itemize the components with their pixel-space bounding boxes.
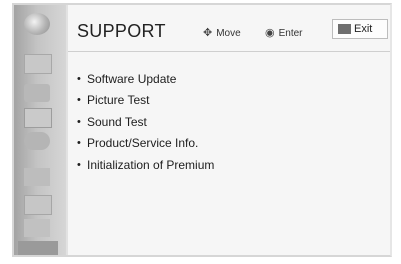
support-menu-panel: SUPPORT ✥ Move ◉ Enter Exit • Software Upd…: [12, 3, 392, 257]
support-menu-list: • Software Update • Picture Test • Sound…: [77, 68, 214, 176]
menu-header: SUPPORT ✥ Move ◉ Enter Exit: [68, 5, 390, 52]
sidebar: [14, 5, 66, 255]
menu-item-software-update[interactable]: • Software Update: [77, 68, 214, 90]
menu-item-picture-test[interactable]: • Picture Test: [77, 90, 214, 112]
four-way-arrow-icon: ✥: [203, 27, 213, 39]
menu-item-label: Product/Service Info.: [87, 136, 199, 151]
bullet-icon: •: [77, 94, 81, 107]
bullet-icon: •: [77, 137, 81, 150]
support-icon[interactable]: [18, 241, 58, 255]
option-icon[interactable]: [24, 195, 52, 215]
time-icon[interactable]: [24, 132, 50, 150]
exit-button[interactable]: Exit: [332, 19, 388, 39]
page-title: SUPPORT: [77, 21, 166, 41]
exit-key-icon: [338, 24, 351, 34]
menu-item-label: Software Update: [87, 71, 177, 86]
menu-item-initialization-of-premium[interactable]: • Initialization of Premium: [77, 154, 214, 176]
menu-item-label: Initialization of Premium: [87, 157, 215, 172]
audio-icon[interactable]: [24, 84, 50, 102]
bullet-icon: •: [77, 115, 81, 128]
move-hint: ✥ Move: [203, 26, 241, 39]
lock-icon[interactable]: [24, 168, 50, 186]
logo-icon: [24, 13, 50, 35]
menu-item-product-service-info[interactable]: • Product/Service Info.: [77, 133, 214, 155]
bullet-icon: •: [77, 72, 81, 85]
bullet-icon: •: [77, 158, 81, 171]
exit-button-label: Exit: [354, 23, 373, 35]
menu-item-sound-test[interactable]: • Sound Test: [77, 111, 214, 133]
move-hint-label: Move: [216, 28, 241, 39]
enter-hint: ◉ Enter: [265, 26, 303, 39]
enter-hint-label: Enter: [278, 28, 303, 39]
picture-icon[interactable]: [24, 54, 52, 74]
ok-button-icon: ◉: [265, 27, 275, 39]
menu-item-label: Sound Test: [87, 114, 147, 129]
input-icon[interactable]: [24, 219, 50, 237]
menu-item-label: Picture Test: [87, 93, 150, 108]
channel-icon[interactable]: [24, 108, 52, 128]
